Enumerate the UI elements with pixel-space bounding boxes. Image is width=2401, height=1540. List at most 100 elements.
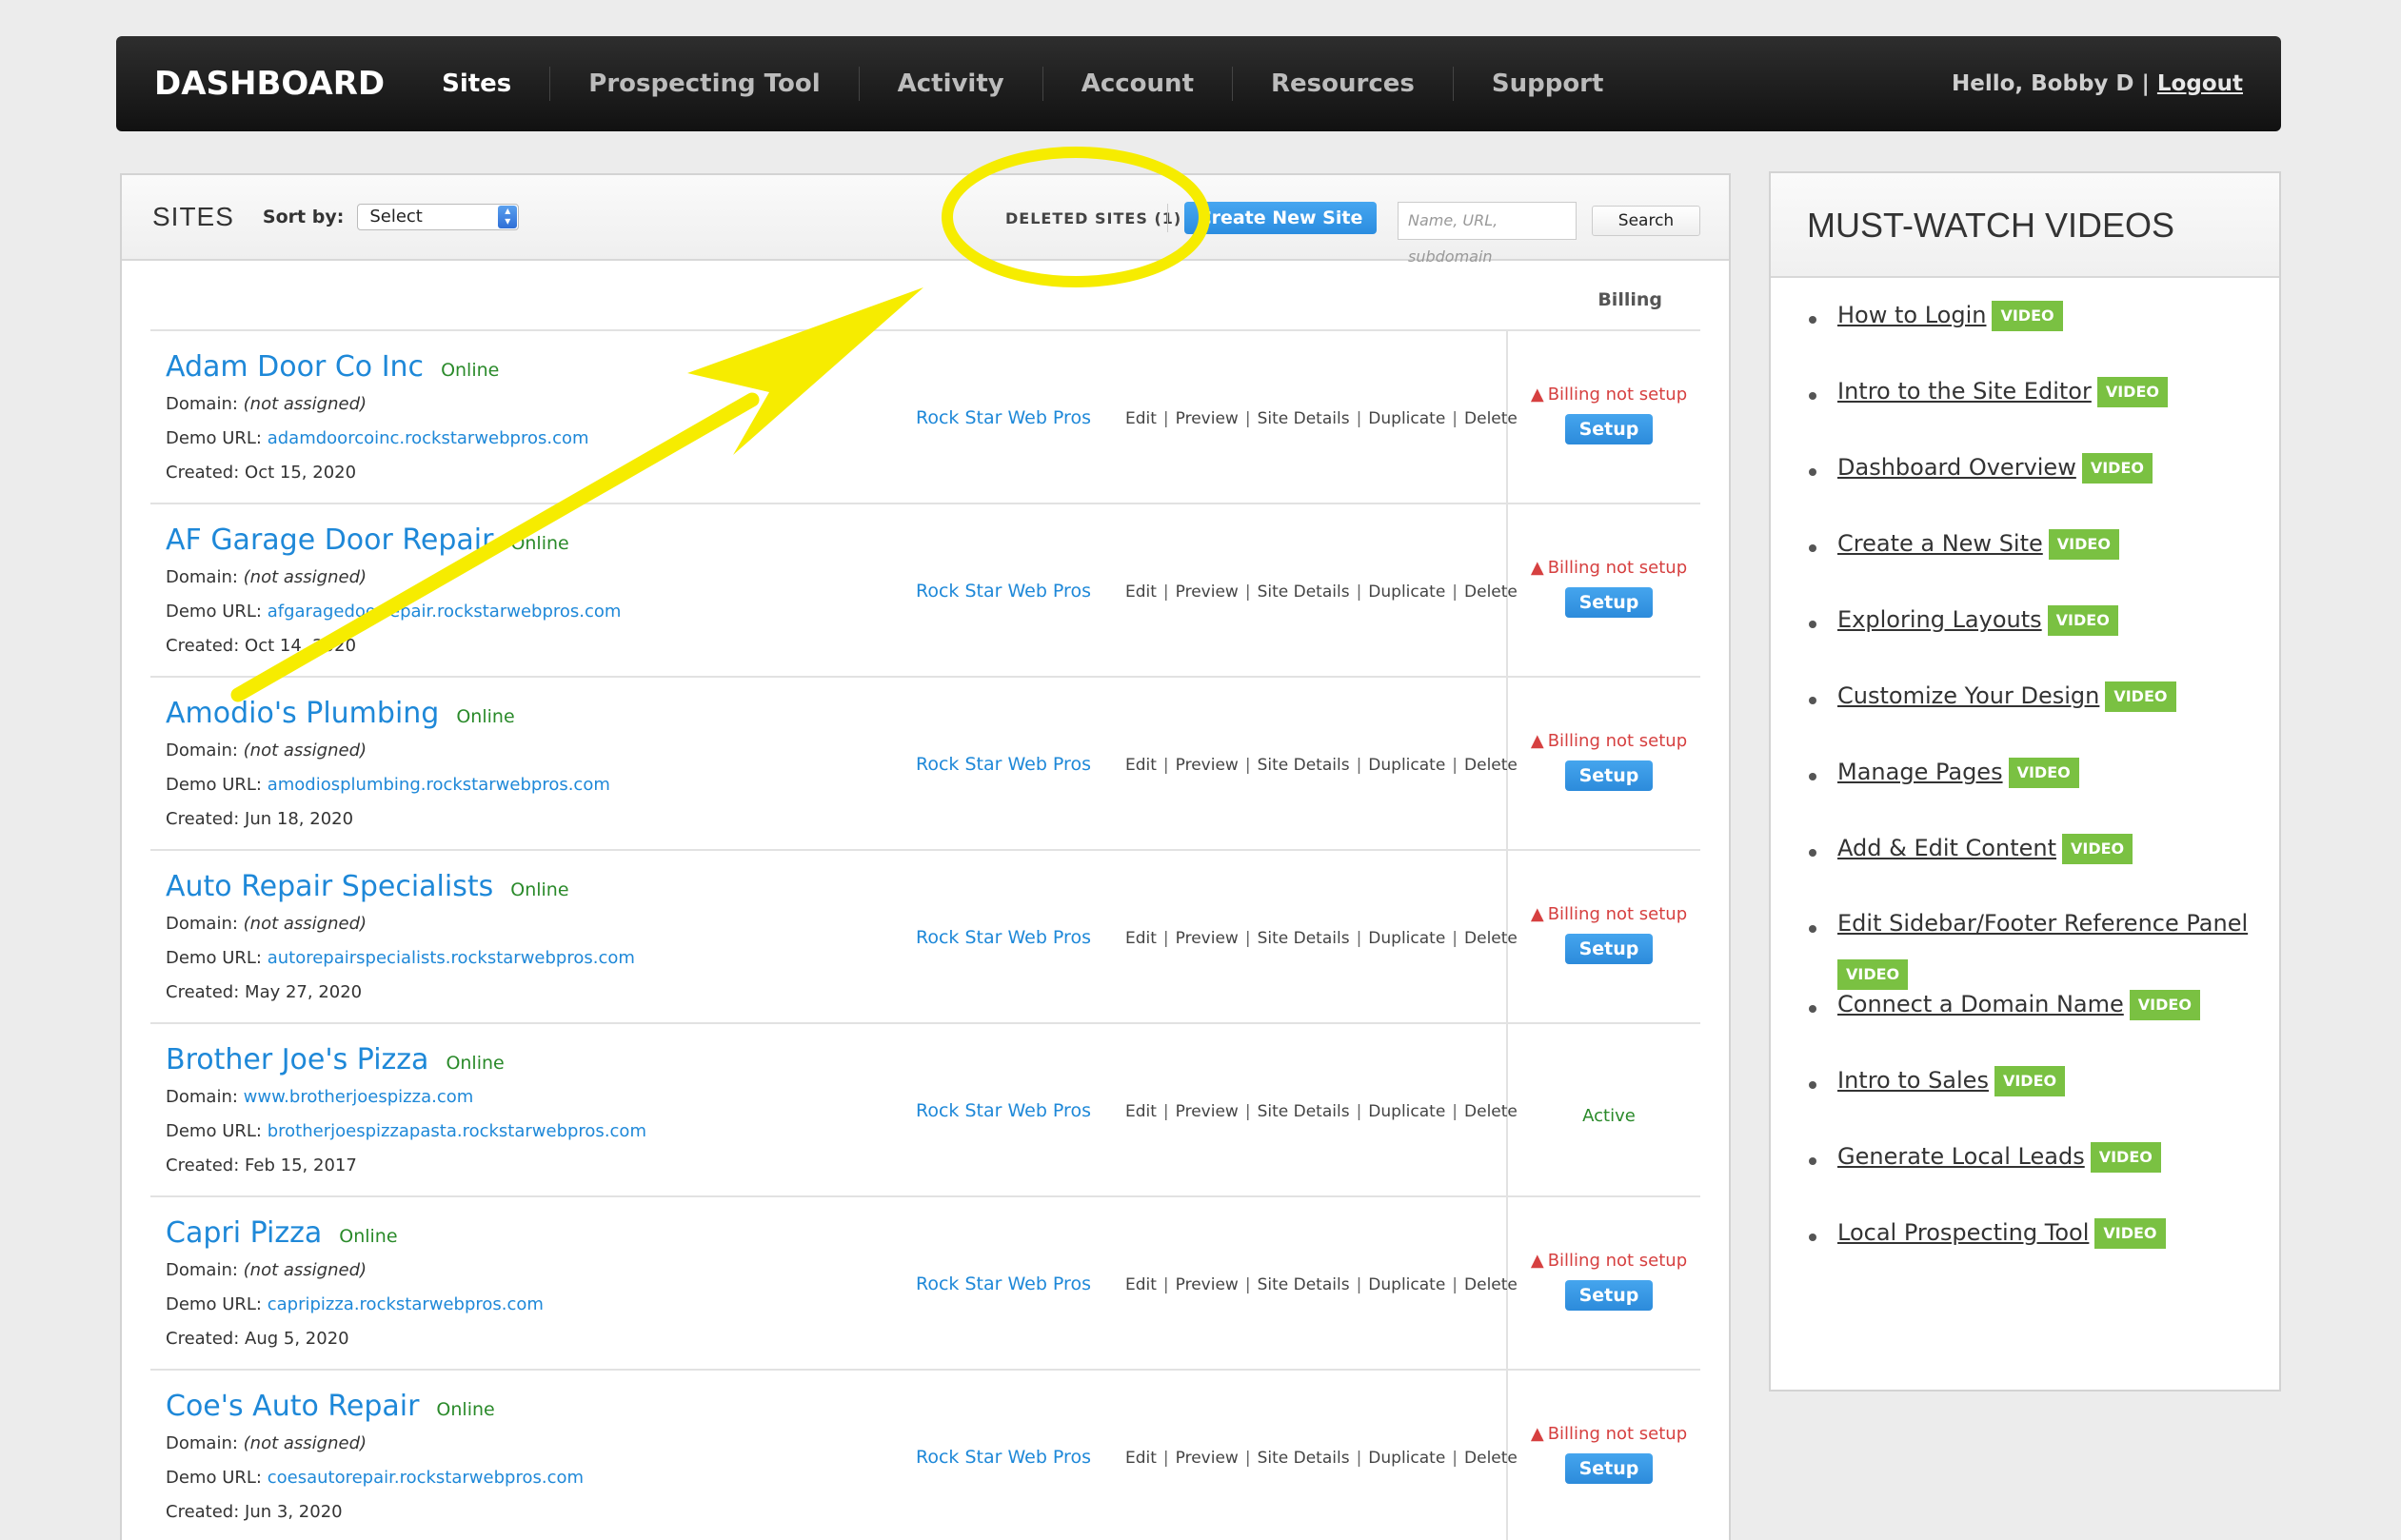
logout-link[interactable]: Logout bbox=[2157, 71, 2243, 96]
action-duplicate-link[interactable]: Duplicate bbox=[1368, 409, 1445, 428]
setup-billing-button[interactable]: Setup bbox=[1565, 1453, 1653, 1484]
action-edit-link[interactable]: Edit bbox=[1125, 1275, 1157, 1294]
action-duplicate-link[interactable]: Duplicate bbox=[1368, 1275, 1445, 1294]
site-name-link[interactable]: Adam Door Co Inc bbox=[166, 350, 424, 384]
demo-url-link[interactable]: autorepairspecialists.rockstarwebpros.co… bbox=[268, 948, 635, 968]
action-separator: | bbox=[1452, 582, 1458, 602]
demo-url-link[interactable]: afgaragedoorrepair.rockstarwebpros.com bbox=[268, 602, 622, 622]
video-link[interactable]: Intro to the Site Editor bbox=[1837, 378, 2092, 405]
action-site-details-link[interactable]: Site Details bbox=[1258, 1275, 1350, 1294]
site-name-row: Amodio's Plumbing Online bbox=[166, 697, 515, 730]
demo-url-link[interactable]: adamdoorcoinc.rockstarwebpros.com bbox=[268, 428, 589, 448]
action-preview-link[interactable]: Preview bbox=[1176, 1102, 1239, 1121]
video-badge[interactable]: VIDEO bbox=[2047, 605, 2118, 636]
action-site-details-link[interactable]: Site Details bbox=[1258, 409, 1350, 428]
video-link[interactable]: Connect a Domain Name bbox=[1837, 991, 2124, 1017]
video-link[interactable]: Create a New Site bbox=[1837, 530, 2043, 557]
action-edit-link[interactable]: Edit bbox=[1125, 756, 1157, 775]
video-badge[interactable]: VIDEO bbox=[1994, 1066, 2066, 1096]
action-preview-link[interactable]: Preview bbox=[1176, 1449, 1239, 1468]
demo-url-link[interactable]: coesautorepair.rockstarwebpros.com bbox=[268, 1468, 584, 1488]
action-site-details-link[interactable]: Site Details bbox=[1258, 582, 1350, 602]
nav-activity[interactable]: Activity bbox=[858, 67, 1042, 101]
action-preview-link[interactable]: Preview bbox=[1176, 756, 1239, 775]
action-site-details-link[interactable]: Site Details bbox=[1258, 756, 1350, 775]
site-owner-link[interactable]: Rock Star Web Pros bbox=[916, 1273, 1091, 1294]
nav-prospecting-tool[interactable]: Prospecting Tool bbox=[549, 67, 858, 101]
demo-url-link[interactable]: capripizza.rockstarwebpros.com bbox=[268, 1294, 544, 1314]
site-name-link[interactable]: AF Garage Door Repair bbox=[166, 523, 493, 557]
nav-resources[interactable]: Resources bbox=[1232, 67, 1453, 101]
site-owner-link[interactable]: Rock Star Web Pros bbox=[916, 1100, 1091, 1121]
site-name-link[interactable]: Brother Joe's Pizza bbox=[166, 1043, 428, 1076]
sort-select[interactable]: Select ▴ ▾ bbox=[357, 204, 520, 230]
action-preview-link[interactable]: Preview bbox=[1176, 582, 1239, 602]
video-badge[interactable]: VIDEO bbox=[2090, 1142, 2161, 1173]
setup-billing-button[interactable]: Setup bbox=[1565, 760, 1653, 791]
video-list-item: Customize Your Design VIDEO bbox=[1807, 681, 2279, 758]
video-badge[interactable]: VIDEO bbox=[2096, 377, 2168, 407]
video-link[interactable]: Intro to Sales bbox=[1837, 1067, 1989, 1094]
action-edit-link[interactable]: Edit bbox=[1125, 929, 1157, 948]
site-name-link[interactable]: Capri Pizza bbox=[166, 1216, 322, 1250]
action-duplicate-link[interactable]: Duplicate bbox=[1368, 929, 1445, 948]
action-preview-link[interactable]: Preview bbox=[1176, 929, 1239, 948]
site-name-link[interactable]: Coe's Auto Repair bbox=[166, 1390, 419, 1423]
video-badge[interactable]: VIDEO bbox=[2062, 834, 2133, 864]
video-link[interactable]: Dashboard Overview bbox=[1837, 454, 2076, 481]
demo-url-link[interactable]: brotherjoespizzapasta.rockstarwebpros.co… bbox=[268, 1121, 646, 1141]
action-edit-link[interactable]: Edit bbox=[1125, 1102, 1157, 1121]
site-owner-link[interactable]: Rock Star Web Pros bbox=[916, 754, 1091, 775]
video-badge[interactable]: VIDEO bbox=[1992, 301, 2063, 331]
site-name-link[interactable]: Amodio's Plumbing bbox=[166, 697, 439, 730]
action-site-details-link[interactable]: Site Details bbox=[1258, 1449, 1350, 1468]
video-badge[interactable]: VIDEO bbox=[2008, 758, 2079, 788]
video-badge[interactable]: VIDEO bbox=[2094, 1218, 2166, 1249]
action-preview-link[interactable]: Preview bbox=[1176, 409, 1239, 428]
action-duplicate-link[interactable]: Duplicate bbox=[1368, 1102, 1445, 1121]
search-button[interactable]: Search bbox=[1592, 206, 1700, 236]
video-link[interactable]: How to Login bbox=[1837, 302, 1986, 328]
action-duplicate-link[interactable]: Duplicate bbox=[1368, 756, 1445, 775]
site-owner-link[interactable]: Rock Star Web Pros bbox=[916, 1447, 1091, 1468]
action-site-details-link[interactable]: Site Details bbox=[1258, 929, 1350, 948]
billing-warning-text: Billing not setup bbox=[1547, 1424, 1688, 1444]
created-label: Created: bbox=[166, 1329, 240, 1349]
search-input[interactable]: Name, URL, subdomain bbox=[1398, 202, 1577, 266]
nav-support[interactable]: Support bbox=[1452, 67, 1642, 101]
video-link[interactable]: Exploring Layouts bbox=[1837, 606, 2042, 633]
demo-url-link[interactable]: amodiosplumbing.rockstarwebpros.com bbox=[268, 775, 610, 795]
nav-sites[interactable]: Sites bbox=[413, 67, 549, 101]
site-name-link[interactable]: Auto Repair Specialists bbox=[166, 870, 493, 903]
setup-billing-button[interactable]: Setup bbox=[1565, 414, 1653, 444]
setup-billing-button[interactable]: Setup bbox=[1565, 587, 1653, 618]
video-link[interactable]: Customize Your Design bbox=[1837, 682, 2099, 709]
action-duplicate-link[interactable]: Duplicate bbox=[1368, 1449, 1445, 1468]
setup-billing-button[interactable]: Setup bbox=[1565, 1280, 1653, 1311]
video-badge[interactable]: VIDEO bbox=[2105, 681, 2176, 712]
video-link[interactable]: Local Prospecting Tool bbox=[1837, 1219, 2089, 1246]
video-badge[interactable]: VIDEO bbox=[1837, 959, 1909, 990]
video-badge[interactable]: VIDEO bbox=[2048, 529, 2119, 560]
action-site-details-link[interactable]: Site Details bbox=[1258, 1102, 1350, 1121]
dashboard-brand[interactable]: DASHBOARD bbox=[154, 65, 385, 103]
action-edit-link[interactable]: Edit bbox=[1125, 1449, 1157, 1468]
site-owner-link[interactable]: Rock Star Web Pros bbox=[916, 407, 1091, 428]
nav-account[interactable]: Account bbox=[1042, 67, 1232, 101]
deleted-sites-link[interactable]: DELETED SITES (1) bbox=[1005, 209, 1181, 227]
video-link[interactable]: Manage Pages bbox=[1837, 759, 2003, 785]
video-link[interactable]: Generate Local Leads bbox=[1837, 1143, 2085, 1170]
domain-link[interactable]: www.brotherjoespizza.com bbox=[244, 1087, 474, 1107]
action-preview-link[interactable]: Preview bbox=[1176, 1275, 1239, 1294]
video-badge[interactable]: VIDEO bbox=[2129, 990, 2200, 1020]
setup-billing-button[interactable]: Setup bbox=[1565, 934, 1653, 964]
action-edit-link[interactable]: Edit bbox=[1125, 409, 1157, 428]
action-duplicate-link[interactable]: Duplicate bbox=[1368, 582, 1445, 602]
site-owner-link[interactable]: Rock Star Web Pros bbox=[916, 581, 1091, 602]
video-badge[interactable]: VIDEO bbox=[2081, 453, 2153, 484]
create-new-site-button[interactable]: Create New Site bbox=[1184, 202, 1377, 234]
site-owner-link[interactable]: Rock Star Web Pros bbox=[916, 927, 1091, 948]
video-link[interactable]: Edit Sidebar/Footer Reference Panel bbox=[1837, 910, 2248, 937]
video-link[interactable]: Add & Edit Content bbox=[1837, 835, 2056, 861]
action-edit-link[interactable]: Edit bbox=[1125, 582, 1157, 602]
